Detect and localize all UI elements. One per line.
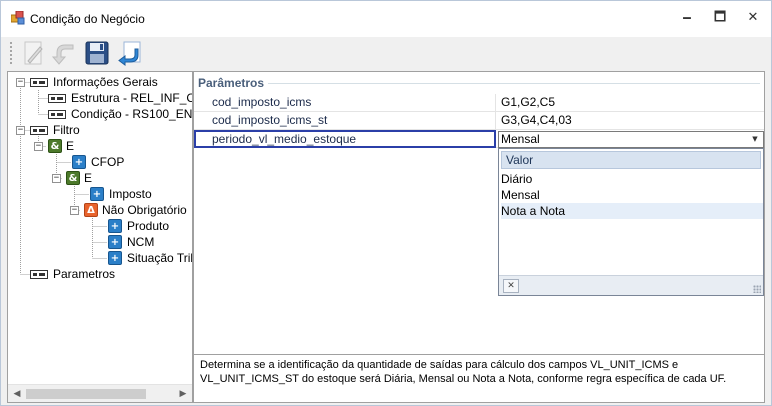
property-row[interactable]: cod_imposto_icms G1,G2,C5 xyxy=(194,94,764,112)
window: Condição do Negócio 🗕 🗖 ✕ − Informações … xyxy=(0,0,772,406)
field-icon xyxy=(30,78,48,87)
tree-node-label: Não Obrigatório xyxy=(102,203,187,217)
dropdown-option-diario[interactable]: Diário xyxy=(501,171,763,187)
dropdown-footer: ✕ xyxy=(499,275,763,295)
title-bar: Condição do Negócio 🗕 🗖 ✕ xyxy=(1,1,771,37)
property-name: cod_imposto_icms_st xyxy=(194,112,496,130)
dropdown-arrow-icon[interactable]: ▼ xyxy=(747,132,763,147)
close-button[interactable]: ✕ xyxy=(744,9,762,27)
dropdown-option-nota-a-nota[interactable]: Nota a Nota xyxy=(501,203,763,219)
field-icon xyxy=(30,126,48,135)
property-name: cod_imposto_icms xyxy=(194,94,496,112)
return-arrow-icon xyxy=(118,41,141,66)
tree-node-label: Estrutura - REL_INF_CO xyxy=(71,91,193,105)
collapse-icon[interactable]: − xyxy=(16,78,25,87)
tree-node-label: CFOP xyxy=(91,155,125,169)
save-button[interactable] xyxy=(83,39,111,67)
dropdown-option-mensal[interactable]: Mensal xyxy=(501,187,763,203)
field-icon xyxy=(48,94,66,103)
tree-node-label: Filtro xyxy=(53,123,80,137)
window-title: Condição do Negócio xyxy=(30,12,145,26)
scroll-left-icon[interactable]: ◀ xyxy=(10,387,24,401)
property-row[interactable]: cod_imposto_icms_st G3,G4,C4,03 xyxy=(194,112,764,130)
value-dropdown-list: Valor Diário Mensal Nota a Nota ✕ xyxy=(498,148,764,296)
property-value[interactable]: G3,G4,C4,03 xyxy=(496,112,764,130)
and-icon: & xyxy=(48,139,62,153)
tree-node-estrutura[interactable]: Estrutura - REL_INF_CO xyxy=(8,90,193,106)
tree-node-ncm[interactable]: + NCM xyxy=(8,234,192,250)
field-icon xyxy=(30,270,48,279)
tree-node-label: Imposto xyxy=(109,187,152,201)
minimize-button[interactable]: 🗕 xyxy=(678,9,696,27)
tree-node-label: Parametros xyxy=(53,267,116,281)
tree-node-label: E xyxy=(84,171,93,185)
scrollbar-thumb[interactable] xyxy=(26,389,146,399)
edit-icon xyxy=(24,41,43,65)
tree-node-imposto[interactable]: + Imposto xyxy=(8,186,192,202)
plus-icon: + xyxy=(108,235,122,249)
parameters-panel: Parâmetros cod_imposto_icms G1,G2,C5 cod… xyxy=(193,71,765,403)
property-name: periodo_vl_medio_estoque xyxy=(194,130,496,148)
tree-panel: − Informações Gerais Estrutura - REL_INF… xyxy=(7,71,193,403)
tree-node-label: NCM xyxy=(127,235,155,249)
parameters-group-title: Parâmetros xyxy=(198,76,269,90)
property-row-selected[interactable]: periodo_vl_medio_estoque Mensal ▼ xyxy=(194,130,764,148)
tree-node-filtro[interactable]: − Filtro xyxy=(8,122,192,138)
combobox-value: Mensal xyxy=(501,132,540,146)
tree-node-informacoes-gerais[interactable]: − Informações Gerais xyxy=(8,74,192,90)
resize-grip-icon[interactable] xyxy=(753,285,761,293)
collapse-icon[interactable]: − xyxy=(16,126,25,135)
undo-icon xyxy=(51,44,74,65)
toolbar-grip[interactable] xyxy=(9,41,13,65)
field-icon xyxy=(48,110,66,119)
tree-node-e-2[interactable]: − & E xyxy=(8,170,192,186)
plus-icon: + xyxy=(72,155,86,169)
property-value[interactable]: G1,G2,C5 xyxy=(496,94,764,112)
plus-icon: + xyxy=(90,187,104,201)
app-windows-icon xyxy=(11,11,25,25)
tree-node-situacao-trib[interactable]: + Situação Trib xyxy=(8,250,193,266)
dropdown-header: Valor xyxy=(501,151,761,169)
tree-node-condicao[interactable]: Condição - RS100_ENTR xyxy=(8,106,193,122)
scroll-right-icon[interactable]: ▶ xyxy=(176,387,190,401)
toolbar xyxy=(9,37,765,69)
maximize-button[interactable]: 🗖 xyxy=(711,9,729,27)
tree-node-parametros[interactable]: Parametros xyxy=(8,266,192,282)
property-description: Determina se a identificação da quantida… xyxy=(194,354,764,402)
tree-node-cfop[interactable]: + CFOP xyxy=(8,154,192,170)
collapse-icon[interactable]: − xyxy=(34,142,43,151)
tree-node-label: E xyxy=(66,139,75,153)
tree-node-label: Condição - RS100_ENTR xyxy=(71,107,193,121)
group-divider xyxy=(264,83,760,84)
edit-button[interactable] xyxy=(19,39,47,67)
tree-horizontal-scrollbar[interactable]: ◀ ▶ xyxy=(8,384,192,402)
and-icon: & xyxy=(66,171,80,185)
tree-node-e-1[interactable]: − & E xyxy=(8,138,192,154)
plus-icon: + xyxy=(108,251,122,265)
dropdown-close-icon[interactable]: ✕ xyxy=(503,279,519,293)
tree-node-produto[interactable]: + Produto xyxy=(8,218,192,234)
plus-icon: + xyxy=(108,219,122,233)
warning-icon: Δ xyxy=(84,203,98,217)
collapse-icon[interactable]: − xyxy=(52,174,61,183)
undo-button[interactable] xyxy=(51,39,79,67)
return-button[interactable] xyxy=(115,39,143,67)
collapse-icon[interactable]: − xyxy=(70,206,79,215)
tree-node-label: Informações Gerais xyxy=(53,75,158,89)
tree-node-nao-obrigatorio[interactable]: − Δ Não Obrigatório xyxy=(8,202,192,218)
tree-node-label: Produto xyxy=(127,219,170,233)
tree-node-label: Situação Trib xyxy=(127,251,193,265)
value-combobox[interactable]: Mensal ▼ xyxy=(498,131,764,148)
save-icon xyxy=(85,41,109,65)
